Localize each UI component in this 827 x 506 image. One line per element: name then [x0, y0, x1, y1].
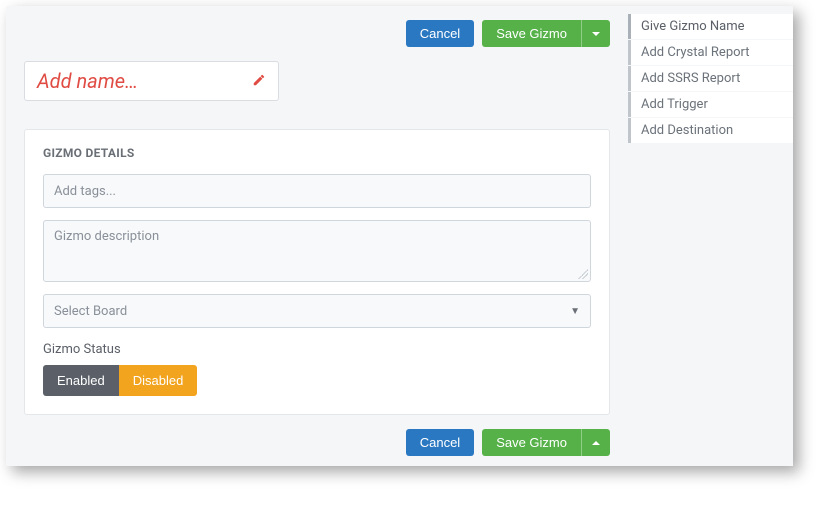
status-label: Gizmo Status — [43, 342, 591, 357]
chevron-up-icon — [592, 441, 600, 445]
sidebar-item-label: Add Crystal Report — [641, 45, 750, 60]
save-dropdown-toggle[interactable] — [581, 429, 610, 456]
sidebar-item-label: Give Gizmo Name — [641, 19, 745, 34]
sidebar-item-label: Add Destination — [641, 123, 733, 138]
pencil-icon — [252, 72, 266, 91]
cancel-button[interactable]: Cancel — [406, 20, 474, 47]
card-title: GIZMO DETAILS — [43, 146, 591, 160]
status-toggle-group: Enabled Disabled — [43, 365, 591, 396]
sidebar-item-add-destination[interactable]: Add Destination — [628, 118, 793, 143]
board-select[interactable]: Select Board ▼ — [43, 294, 591, 328]
bottom-action-row: Cancel Save Gizmo — [24, 429, 610, 456]
tags-input[interactable]: Add tags... — [43, 174, 591, 208]
save-button[interactable]: Save Gizmo — [482, 429, 581, 456]
save-dropdown-toggle[interactable] — [581, 20, 610, 47]
name-input[interactable]: Add name… — [24, 61, 279, 101]
gizmo-details-card: GIZMO DETAILS Add tags... Gizmo descript… — [24, 129, 610, 415]
chevron-down-icon: ▼ — [570, 306, 580, 317]
sidebar-item-label: Add Trigger — [641, 97, 708, 112]
description-placeholder: Gizmo description — [54, 229, 159, 244]
top-action-row: Cancel Save Gizmo — [24, 20, 610, 47]
description-textarea[interactable]: Gizmo description — [43, 220, 591, 282]
chevron-down-icon — [592, 32, 600, 36]
save-button[interactable]: Save Gizmo — [482, 20, 581, 47]
sidebar-item-add-ssrs[interactable]: Add SSRS Report — [628, 66, 793, 91]
status-enabled-button[interactable]: Enabled — [43, 365, 119, 396]
cancel-button[interactable]: Cancel — [406, 429, 474, 456]
resize-handle-icon[interactable] — [578, 269, 588, 279]
status-disabled-button[interactable]: Disabled — [119, 365, 198, 396]
sidebar-item-label: Add SSRS Report — [641, 71, 740, 86]
main-column: Cancel Save Gizmo Add name… GIZMO DETAIL… — [6, 6, 628, 466]
sidebar-item-add-trigger[interactable]: Add Trigger — [628, 92, 793, 117]
sidebar-item-add-crystal[interactable]: Add Crystal Report — [628, 40, 793, 65]
page: Cancel Save Gizmo Add name… GIZMO DETAIL… — [6, 6, 793, 466]
board-placeholder: Select Board — [54, 304, 127, 319]
sidebar-item-give-name[interactable]: Give Gizmo Name — [628, 14, 793, 39]
save-split-button: Save Gizmo — [482, 429, 610, 456]
sidebar: Give Gizmo Name Add Crystal Report Add S… — [628, 6, 793, 466]
name-placeholder: Add name… — [37, 69, 138, 93]
tags-placeholder: Add tags... — [54, 184, 116, 199]
save-split-button: Save Gizmo — [482, 20, 610, 47]
